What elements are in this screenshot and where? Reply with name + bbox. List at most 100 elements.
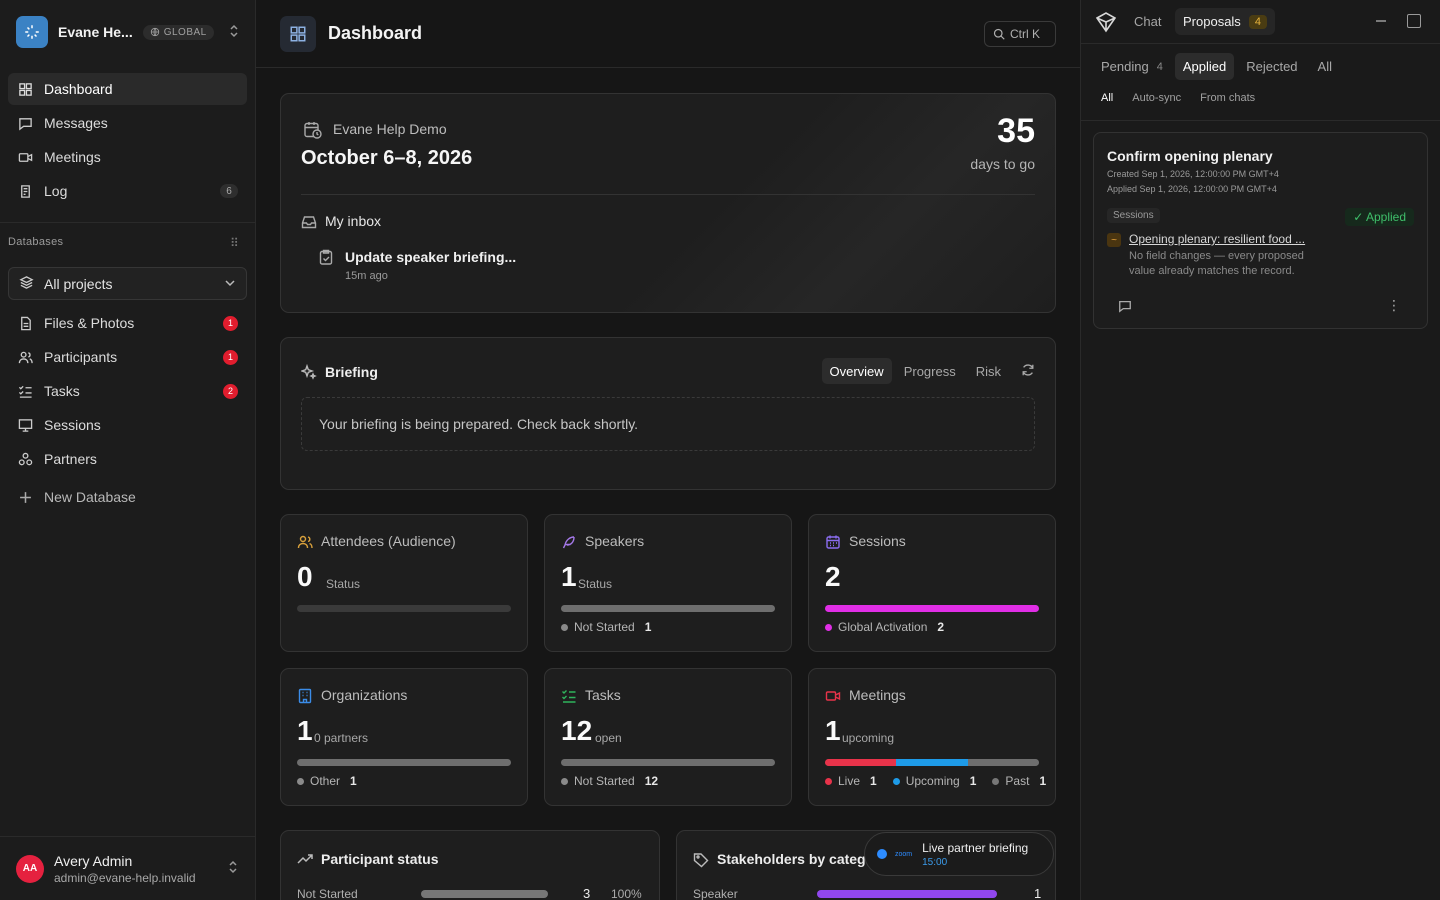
legend-label: Global Activation bbox=[838, 620, 928, 634]
users-icon bbox=[297, 534, 313, 553]
tab-proposals[interactable]: Proposals 4 bbox=[1175, 8, 1275, 35]
minimize-icon[interactable] bbox=[1374, 12, 1388, 29]
stat-card-sessions[interactable]: Sessions 2 Global Activation 2 bbox=[808, 514, 1056, 652]
stat-value: 0 bbox=[297, 561, 313, 592]
calendar-icon bbox=[825, 534, 841, 553]
more-options-icon[interactable]: ⋮ bbox=[1387, 297, 1401, 314]
panel-header: Chat Proposals 4 bbox=[1081, 0, 1440, 44]
unchanged-icon: ~ bbox=[1107, 233, 1121, 247]
bar-segment-upcoming bbox=[896, 759, 968, 766]
nav-meetings[interactable]: Meetings bbox=[8, 141, 247, 173]
toast-title: Live partner briefing bbox=[922, 840, 1029, 855]
nav-messages[interactable]: Messages bbox=[8, 107, 247, 139]
search-button[interactable]: Ctrl K bbox=[984, 21, 1056, 47]
maximize-icon[interactable] bbox=[1407, 14, 1421, 28]
tab-pending[interactable]: Pending 4 bbox=[1093, 53, 1171, 80]
tab-chat[interactable]: Chat bbox=[1134, 14, 1161, 29]
stat-bar bbox=[297, 605, 511, 612]
nav-log[interactable]: Log 6 bbox=[8, 175, 247, 207]
proposal-record-link[interactable]: Opening plenary: resilient food ... bbox=[1129, 232, 1325, 246]
presentation-icon bbox=[17, 417, 33, 433]
tab-label: Rejected bbox=[1246, 59, 1298, 74]
db-partners[interactable]: Partners bbox=[8, 443, 247, 475]
avatar: AA bbox=[16, 854, 44, 883]
briefing-placeholder: Your briefing is being prepared. Check b… bbox=[301, 397, 1035, 451]
live-meeting-toast[interactable]: zoom Live partner briefing 15:00 bbox=[864, 832, 1054, 876]
user-name: Avery Admin bbox=[54, 852, 133, 869]
stat-sub: open bbox=[595, 731, 622, 745]
page-header: Dashboard Ctrl K bbox=[256, 0, 1080, 68]
db-label: Partners bbox=[44, 451, 97, 467]
tab-label: Pending bbox=[1101, 59, 1149, 74]
scroll-icon bbox=[17, 183, 33, 199]
new-database-button[interactable]: New Database bbox=[8, 481, 247, 513]
proposal-card[interactable]: Confirm opening plenary Created Sep 1, 2… bbox=[1093, 132, 1428, 329]
inbox-item-title[interactable]: Update speaker briefing... bbox=[345, 249, 516, 265]
comment-icon[interactable] bbox=[1118, 299, 1132, 316]
stat-legend: Live 1 Upcoming 1 Past 1 bbox=[825, 774, 1046, 788]
status-badge: ✓ Applied bbox=[1345, 208, 1414, 226]
tab-all[interactable]: All bbox=[1310, 53, 1340, 80]
zoom-logo: zoom bbox=[895, 850, 913, 858]
filter-auto-sync[interactable]: Auto-sync bbox=[1132, 92, 1181, 104]
stat-label: Tasks bbox=[585, 687, 621, 703]
check-icon: ✓ bbox=[1353, 210, 1364, 224]
db-label: Sessions bbox=[44, 417, 101, 433]
proposal-status-tabs: Pending 4 Applied Rejected All bbox=[1093, 53, 1340, 80]
user-menu[interactable]: AA Avery Admin admin@evane-help.invalid bbox=[0, 836, 255, 900]
stat-sub: Status bbox=[578, 577, 613, 591]
live-indicator bbox=[877, 849, 887, 859]
project-selector-value: All projects bbox=[44, 275, 113, 292]
filter-all[interactable]: All bbox=[1101, 92, 1113, 104]
stat-label: Speakers bbox=[585, 533, 645, 549]
stat-bar bbox=[561, 605, 775, 612]
filter-from-chats[interactable]: From chats bbox=[1200, 92, 1255, 104]
status-row-percent: 100% bbox=[611, 887, 642, 900]
nav-dashboard[interactable]: Dashboard bbox=[8, 73, 247, 105]
assistant-logo-icon bbox=[1093, 9, 1119, 38]
legend-label: Upcoming bbox=[905, 774, 960, 788]
tab-count: 4 bbox=[1156, 60, 1163, 73]
refresh-icon[interactable] bbox=[1021, 363, 1035, 380]
drag-handle-icon[interactable]: ⠿ bbox=[230, 236, 239, 250]
legend-dot bbox=[825, 777, 832, 785]
proposals-label: Proposals bbox=[1183, 14, 1241, 29]
stat-card-organizations[interactable]: Organizations 1 0 partners Other 1 bbox=[280, 668, 528, 806]
tab-progress[interactable]: Progress bbox=[896, 358, 964, 384]
main-content: Dashboard Ctrl K Evane Help Demo October… bbox=[256, 0, 1080, 900]
globe-icon bbox=[150, 27, 159, 37]
db-sessions[interactable]: Sessions bbox=[8, 409, 247, 441]
legend-dot bbox=[561, 623, 568, 631]
tab-applied[interactable]: Applied bbox=[1174, 53, 1235, 80]
workspace-switcher[interactable]: Evane He... GLOBAL bbox=[8, 12, 248, 52]
notification-badge: 2 bbox=[223, 383, 238, 399]
stat-card-attendees[interactable]: Attendees (Audience) 0 Status bbox=[280, 514, 528, 652]
tab-risk[interactable]: Risk bbox=[968, 358, 1009, 384]
db-files-photos[interactable]: Files & Photos 1 bbox=[8, 307, 247, 339]
stat-card-speakers[interactable]: Speakers 1 Status Not Started 1 bbox=[544, 514, 792, 652]
chevron-down-icon bbox=[224, 276, 236, 292]
db-tasks[interactable]: Tasks 2 bbox=[8, 375, 247, 407]
stat-legend: Other 1 bbox=[297, 774, 357, 788]
legend-count: 2 bbox=[937, 620, 945, 634]
search-icon bbox=[993, 28, 1005, 40]
checklist-icon bbox=[17, 383, 33, 399]
legend-dot bbox=[892, 777, 900, 785]
stakeholder-row-bar bbox=[817, 890, 997, 898]
db-participants[interactable]: Participants 1 bbox=[8, 341, 247, 373]
event-dates: October 6–8, 2026 bbox=[301, 147, 473, 169]
video-icon bbox=[825, 688, 841, 707]
tab-rejected[interactable]: Rejected bbox=[1238, 53, 1305, 80]
bar-segment bbox=[297, 759, 511, 766]
tab-overview[interactable]: Overview bbox=[821, 358, 892, 384]
calendar-clock-icon bbox=[303, 120, 323, 143]
stat-card-tasks[interactable]: Tasks 12 open Not Started 12 bbox=[544, 668, 792, 806]
stat-sub: 0 partners bbox=[314, 731, 369, 745]
stat-card-meetings[interactable]: Meetings 1 upcoming Live 1 Upcoming 1 Pa… bbox=[808, 668, 1056, 806]
legend-count: 1 bbox=[969, 774, 977, 788]
proposals-count-badge: 4 bbox=[1248, 14, 1267, 29]
stat-value: 12 bbox=[561, 715, 593, 746]
grid-icon bbox=[17, 81, 33, 97]
legend-count: 1 bbox=[870, 774, 877, 788]
project-selector[interactable]: All projects bbox=[8, 267, 247, 300]
